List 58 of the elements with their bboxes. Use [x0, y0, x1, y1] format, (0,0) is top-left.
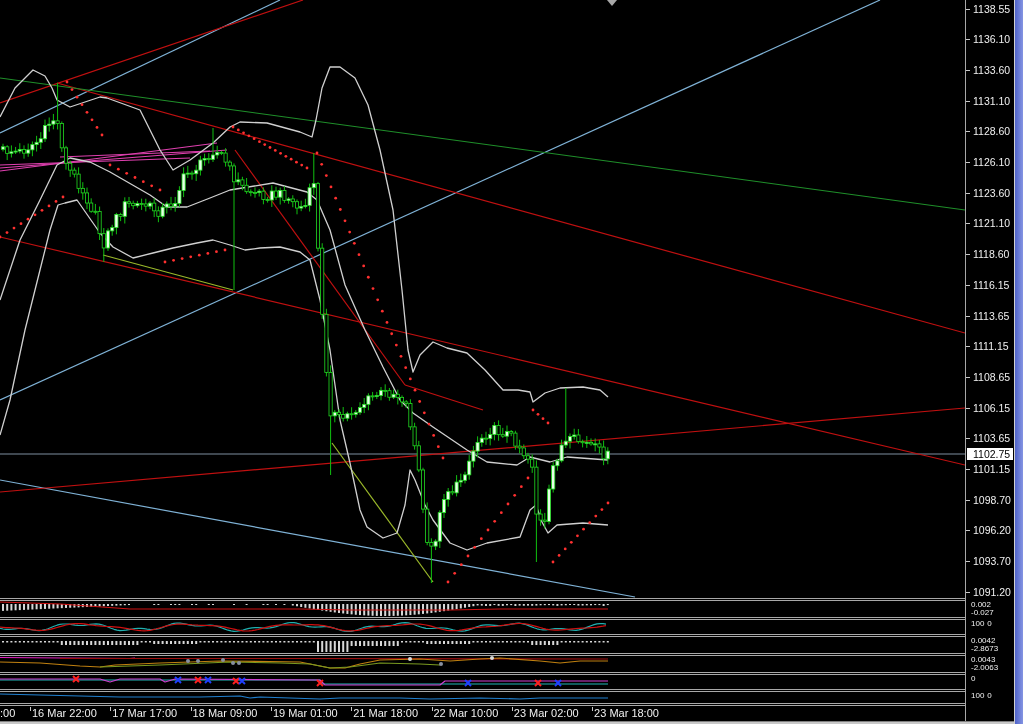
dot-marker-icon — [186, 659, 190, 663]
price-label: 1116.15 — [966, 279, 1010, 291]
price-label: 1121.10 — [966, 218, 1011, 230]
dot-marker-icon — [196, 659, 200, 663]
scale-label: 100 — [971, 692, 985, 700]
scale-label: -2.8673 — [971, 645, 999, 653]
dot-marker-icon — [439, 662, 443, 666]
price-label: 1123.60 — [966, 187, 1011, 199]
time-label: 19 Mar 01:00 — [270, 707, 338, 720]
cross-marker-icon — [204, 676, 212, 684]
cross-marker-icon — [464, 679, 472, 687]
dot-marker-icon — [408, 657, 412, 661]
dot-marker-icon — [237, 661, 241, 665]
scale-label: 0 — [987, 620, 992, 628]
price-label: 1133.60 — [966, 64, 1011, 76]
price-label: 1096.20 — [966, 525, 1011, 537]
cross-marker-icon — [194, 676, 202, 684]
time-label: 16 Mar 22:00 — [30, 707, 97, 720]
time-label: 23 Mar 18:00 — [592, 707, 659, 720]
cross-marker-icon — [174, 676, 182, 684]
scale-label: 0.0042 — [971, 637, 996, 645]
cross-marker-icon — [72, 675, 80, 683]
price-label: 1091.20 — [966, 586, 1011, 598]
price-label: 1136.10 — [966, 34, 1011, 46]
cross-marker-icon — [316, 679, 324, 687]
price-label: 1103.65 — [966, 433, 1011, 445]
scale-label: 0.002 — [971, 601, 992, 609]
scale-label: -0.027 — [971, 609, 994, 617]
price-label: 1131.10 — [966, 95, 1011, 107]
triangle-icon — [607, 0, 617, 6]
cross-marker-icon — [534, 679, 542, 687]
time-label: 22 Mar 10:00 — [431, 707, 499, 720]
dot-marker-icon — [221, 658, 225, 662]
price-label: 1126.10 — [966, 157, 1011, 168]
scale-label: 0 — [971, 675, 976, 683]
time-label: 23 Mar 02:00 — [511, 707, 579, 720]
price-label: 1138.55 — [966, 3, 1011, 15]
price-label: 1111.15 — [966, 341, 1009, 353]
dot-marker-icon — [231, 661, 235, 665]
price-label: 1098.70 — [966, 494, 1011, 506]
price-label: 1108.65 — [966, 371, 1011, 383]
scale-label: -2.0063 — [971, 664, 999, 672]
price-label: 1106.15 — [966, 402, 1011, 414]
scale-label: 0.0043 — [971, 656, 996, 664]
dot-marker-icon — [490, 656, 494, 660]
time-label: 21 Mar 18:00 — [351, 707, 418, 720]
price-label: 1113.65 — [966, 310, 1010, 322]
price-label: 1128.60 — [966, 126, 1011, 138]
price-label: 1093.70 — [966, 556, 1011, 568]
price-label: 1101.15 — [966, 464, 1011, 475]
scale-label: 100 — [971, 620, 985, 628]
current-price-label: 1102.75 — [967, 448, 1013, 460]
price-label: 1118.60 — [966, 249, 1010, 261]
time-label: 18 Mar 09:00 — [190, 707, 258, 720]
time-label: :00 — [0, 707, 16, 720]
cross-marker-icon — [554, 679, 562, 687]
time-label: 17 Mar 17:00 — [110, 707, 178, 720]
scale-label: 0 — [987, 692, 992, 700]
